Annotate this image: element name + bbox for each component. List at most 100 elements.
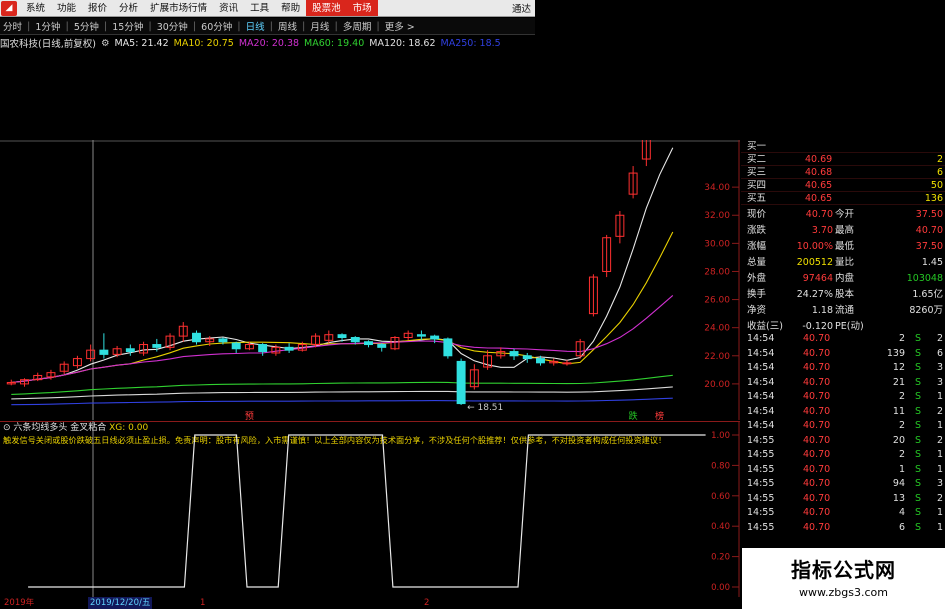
menu-item-highlight[interactable]: 股票池 [306, 0, 347, 16]
period-tab[interactable]: 60分钟 [198, 19, 235, 33]
tick-time: 14:55 [747, 478, 775, 489]
tick-row: 14:55 40.70 94 S 3 [741, 477, 945, 490]
tick-count: 6 [936, 347, 943, 359]
menu-item-highlight[interactable]: 市场 [346, 0, 378, 16]
period-tab[interactable]: 月线 [307, 19, 332, 33]
candle-body[interactable] [337, 334, 347, 339]
period-separator: | [376, 20, 380, 32]
tick-price: 40.70 [803, 362, 831, 373]
menu-items: 系统 功能 报价 分析 扩展市场行情 资讯 工具 帮助 股票池 市场 [20, 0, 378, 16]
candle-body[interactable] [364, 341, 373, 346]
price-axis-label: 32.00 [704, 211, 730, 221]
tick-count: 1 [936, 507, 943, 518]
stat-value: 3.70 [811, 225, 833, 236]
indicator-axis-label: 0.00 [711, 583, 730, 593]
tick-volume: 20 [892, 434, 905, 446]
bid-row: 买三 40.68 6 [741, 166, 945, 179]
tick-time: 14:55 [747, 492, 775, 504]
ma-legend-item: MA5: 21.42 [114, 37, 169, 49]
app-logo-icon[interactable]: ◢ [1, 0, 17, 16]
candle-body[interactable] [192, 332, 201, 343]
stat-row: 外盘 97464 内盘 103048 [741, 272, 945, 285]
stat-value: 10.00% [796, 241, 833, 252]
tick-row: 14:55 40.70 6 S 1 [741, 521, 945, 534]
tick-price: 40.70 [803, 376, 831, 388]
candle-body[interactable] [258, 344, 268, 353]
candle-body[interactable] [416, 334, 426, 337]
candle-body[interactable] [231, 342, 241, 350]
menu-item[interactable]: 分析 [113, 0, 144, 16]
candle-body[interactable] [443, 338, 453, 357]
watermark-url: www.zbgs3.com [799, 586, 888, 599]
tick-direction: S [914, 521, 921, 533]
candle-body[interactable] [377, 344, 387, 348]
menu-bar: ◢ 系统 功能 报价 分析 扩展市场行情 资讯 工具 帮助 股票池 市场 通达 [0, 0, 535, 17]
tick-count: 1 [936, 420, 943, 431]
candle-body[interactable] [456, 360, 466, 405]
indicator-chart[interactable]: ⊙ 六条均线多头 金叉粘合 XG: 0.00 触发信号关闭或股价跌破五日线必须止盈… [0, 421, 740, 597]
stat-value: 37.50 [915, 241, 943, 252]
period-tab[interactable]: 分时 [0, 19, 25, 33]
tick-direction: S [914, 434, 921, 446]
settings-gear-icon[interactable]: ⚙ [101, 38, 110, 49]
ma-line [11, 147, 674, 384]
watermark-title: 指标公式网 [791, 558, 896, 582]
candle-body[interactable] [509, 351, 519, 357]
candle-body[interactable] [284, 346, 294, 351]
time-axis-label: 1 [200, 598, 206, 608]
menu-item[interactable]: 帮助 [275, 0, 306, 16]
tick-direction: S [914, 391, 921, 402]
candle-body[interactable] [218, 338, 228, 343]
tick-price: 40.70 [803, 449, 831, 460]
menu-item[interactable]: 工具 [244, 0, 275, 16]
tick-time: 14:55 [747, 521, 775, 533]
period-tab[interactable]: 30分钟 [154, 19, 191, 33]
candle-body[interactable] [522, 355, 532, 360]
period-tab[interactable]: 15分钟 [109, 19, 146, 33]
tick-row: 14:54 40.70 2 S 1 [741, 419, 945, 432]
period-tab[interactable]: 周线 [275, 19, 300, 33]
stat-label: 量比 [835, 257, 855, 268]
tick-time: 14:54 [747, 362, 775, 373]
stat-label: 最低 [835, 241, 855, 252]
candle-body[interactable] [350, 337, 360, 343]
candle-body[interactable] [125, 348, 135, 353]
bid-volume: 2 [936, 154, 943, 165]
stat-label: 现价 [747, 209, 767, 220]
period-tab[interactable]: 多周期 [340, 19, 375, 33]
period-tab[interactable]: 更多 > [382, 19, 418, 33]
candle-body[interactable] [562, 362, 572, 365]
period-tab[interactable]: 1分钟 [32, 19, 63, 33]
tick-row: 14:55 40.70 4 S 1 [741, 506, 945, 519]
period-tab[interactable]: 日线 [243, 19, 268, 33]
bid-price: 40.65 [805, 193, 833, 204]
indicator-axis-label: 0.20 [711, 553, 730, 563]
period-separator: | [27, 20, 31, 32]
low-price-annotation: ← 18.51 [467, 403, 503, 413]
period-tab[interactable]: 5分钟 [71, 19, 102, 33]
tick-time: 14:54 [747, 376, 775, 388]
menu-item[interactable]: 扩展市场行情 [144, 0, 213, 16]
menu-item[interactable]: 报价 [82, 0, 113, 16]
period-separator: | [103, 20, 108, 32]
stat-label: 换手 [747, 289, 767, 300]
tick-count: 1 [936, 521, 943, 533]
kline-chart[interactable]: 34.00 32.00 30.00 28.00 26.00 24.00 22.00 20.00… [0, 140, 740, 420]
stat-value: 40.70 [915, 225, 943, 236]
tick-price: 40.70 [803, 333, 831, 344]
bid-label: 买一 [747, 141, 767, 152]
tick-count: 3 [936, 478, 943, 489]
stat-value: 97464 [802, 273, 833, 284]
tick-row: 14:54 40.70 21 S 3 [741, 376, 945, 389]
menu-item[interactable]: 资讯 [213, 0, 244, 16]
tick-price: 40.70 [803, 492, 831, 504]
candle-body[interactable] [430, 335, 440, 340]
ma-legend-item: MA20: 20.38 [238, 37, 300, 49]
indicator-warning-text: 触发信号关闭或股价跌破五日线必须止盈止损。免责声明：股市有风险，入市需谨慎！以上… [3, 435, 666, 445]
menu-item[interactable]: 系统 [20, 0, 51, 16]
period-separator: | [65, 20, 69, 32]
candle-body[interactable] [536, 358, 545, 364]
candle-body[interactable] [99, 349, 109, 355]
menu-item[interactable]: 功能 [51, 0, 82, 16]
candle-body[interactable] [152, 344, 162, 348]
